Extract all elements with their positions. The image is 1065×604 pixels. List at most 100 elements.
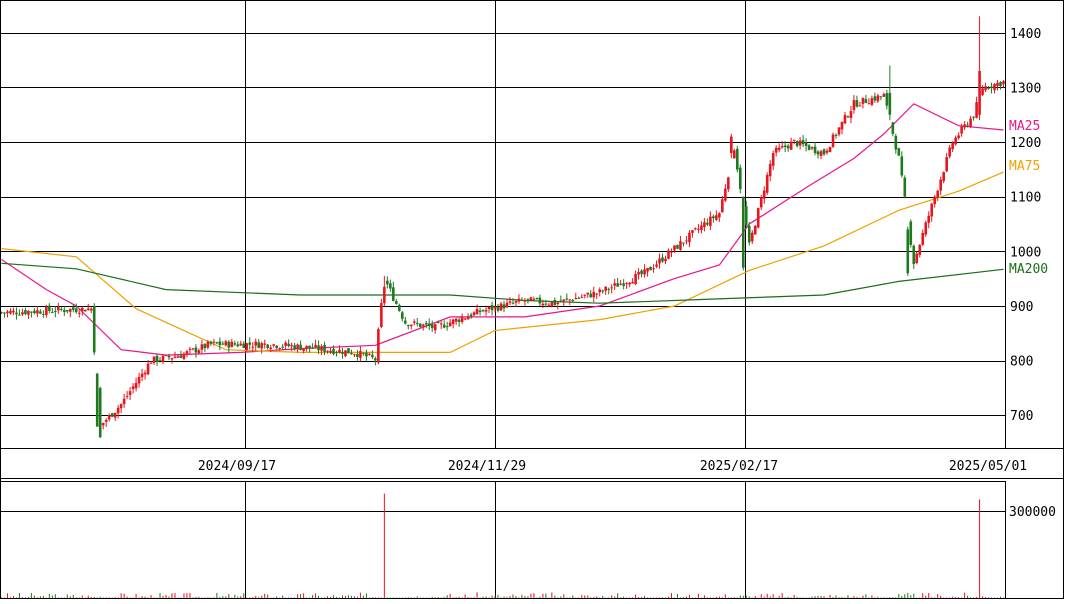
candle-body (299, 345, 302, 350)
candle-body (933, 197, 936, 204)
candle-body (892, 122, 895, 133)
candle-body (518, 299, 521, 302)
volume-bar (255, 596, 256, 598)
candle-body (733, 150, 736, 158)
volume-bar (871, 595, 872, 598)
volume-bar (70, 596, 71, 598)
candle-body (557, 303, 560, 304)
candle-body (245, 343, 248, 349)
volume-bar (168, 597, 169, 598)
stock-chart: 70080090010001100120013001400 2024/09/17… (0, 0, 1065, 600)
candle-body (344, 350, 347, 356)
candle-body (793, 140, 796, 141)
candle-body (966, 125, 969, 126)
candle-body (186, 351, 189, 354)
volume-bar (587, 595, 588, 598)
candle-body (551, 302, 554, 306)
candle-body (233, 343, 236, 344)
volume-bar (725, 594, 726, 598)
volume-bar (853, 596, 854, 598)
candle-body (371, 355, 374, 357)
volume-bar (794, 595, 795, 598)
volume-bar (554, 596, 555, 598)
candle-body (302, 348, 305, 351)
volume-bar (438, 597, 439, 598)
candle-body (712, 216, 715, 218)
candle-body (263, 343, 266, 344)
volume-bar (363, 596, 364, 598)
volume-bar (677, 594, 678, 598)
volume-bar (512, 594, 513, 598)
candle-body (404, 321, 407, 324)
candle-body (494, 306, 497, 308)
candle-body (350, 353, 353, 354)
candle-body (72, 307, 75, 309)
candle-body (117, 408, 120, 414)
candle-body (326, 351, 329, 352)
candle-body (257, 342, 260, 348)
candle-body (66, 310, 69, 311)
volume-bar (970, 597, 971, 598)
candle-body (700, 225, 703, 230)
volume-bar (43, 596, 44, 598)
candle-body (598, 289, 601, 292)
ma25-line (2, 104, 1004, 355)
volume-bar (662, 597, 663, 598)
volume-bar (67, 594, 68, 598)
candle-body (829, 147, 832, 152)
candle-body (69, 309, 72, 312)
volume-bar (492, 596, 493, 598)
volume-bar (509, 596, 510, 598)
volume-bar (955, 597, 956, 598)
volume-bar (719, 597, 720, 598)
volume-bar (13, 596, 14, 598)
volume-bar (37, 597, 38, 598)
candle-body (975, 102, 978, 118)
volume-bar (527, 596, 528, 598)
candle-body (658, 259, 661, 264)
candle-body (87, 309, 90, 311)
volume-bar (276, 596, 277, 598)
candle-body (443, 325, 446, 328)
candle-body (395, 301, 398, 304)
candle-body (42, 314, 45, 315)
candle-body (539, 298, 542, 304)
candle-body (165, 355, 168, 356)
volume-bar (216, 593, 217, 598)
candle-body (583, 295, 586, 296)
candle-body (293, 345, 296, 349)
candle-body (422, 325, 425, 327)
volume-bar (354, 596, 355, 598)
candle-body (527, 299, 530, 300)
volume-bar (318, 596, 319, 598)
volume-bar (680, 597, 681, 598)
volume-bar (327, 596, 328, 598)
volume-bar (967, 596, 968, 598)
volume-bar (408, 597, 409, 598)
candle-body (123, 399, 126, 404)
candle-body (449, 323, 452, 327)
volume-bar (243, 593, 244, 598)
candle-body (664, 259, 667, 262)
volume-bar (19, 593, 20, 598)
candle-body (739, 168, 742, 189)
date-tick-label: 2024/11/29 (448, 459, 526, 474)
candle-body (628, 283, 631, 285)
volume-bar (294, 597, 295, 598)
volume-bar (734, 597, 735, 598)
volume-bar (477, 592, 478, 598)
volume-bar (785, 597, 786, 598)
candle-body (311, 347, 314, 348)
volume-bar (611, 595, 612, 598)
volume-bar (22, 597, 23, 598)
candle-body (691, 230, 694, 233)
candle-body (862, 98, 865, 104)
volume-bar (982, 596, 983, 598)
candle-body (380, 303, 383, 327)
candle-body (500, 304, 503, 311)
volume-bar (495, 596, 496, 598)
volume-bar (836, 596, 837, 598)
volume-bar (300, 594, 301, 598)
volume-bar (348, 595, 349, 598)
volume-bar (767, 594, 768, 598)
